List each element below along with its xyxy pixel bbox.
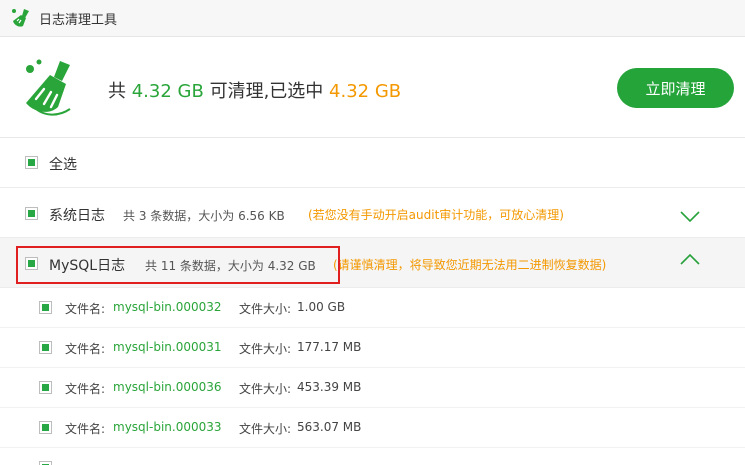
file-row[interactable]: 文件名: mysql-bin.000036 文件大小: 453.39 MB (0, 368, 745, 408)
group-system-log[interactable]: 系统日志 共 3 条数据，大小为 6.56 KB (若您没有手动开启audit审… (0, 188, 745, 238)
file-checkbox[interactable] (39, 301, 52, 314)
system-log-note: (若您没有手动开启audit审计功能，可放心清理) (308, 208, 564, 222)
file-checkbox[interactable] (39, 341, 52, 354)
file-row[interactable]: 文件名: mysql-bin.000032 文件大小: 1.00 GB (0, 288, 745, 328)
highlight-box (16, 246, 340, 284)
file-checkbox[interactable] (39, 381, 52, 394)
file-checkbox[interactable] (39, 461, 52, 465)
window-title: 日志清理工具 (39, 12, 118, 28)
chevron-down-icon[interactable] (679, 210, 701, 224)
file-name: mysql-bin.000033 (113, 420, 222, 434)
clean-now-button[interactable]: 立即清理 (617, 68, 734, 108)
mysql-log-note: (请谨慎清理，将导致您近期无法用二进制恢复数据) (333, 258, 607, 272)
file-name: mysql-bin.000036 (113, 380, 222, 394)
summary-header: 共 4.32 GB 可清理,已选中 4.32 GB 立即清理 (0, 37, 745, 138)
file-size: 1.00 GB (297, 300, 346, 314)
broom-logo-icon (12, 9, 29, 27)
clean-summary: 共 4.32 GB 可清理,已选中 4.32 GB (108, 77, 401, 103)
file-name-label: 文件名: (65, 302, 106, 316)
system-log-checkbox[interactable] (25, 207, 38, 220)
file-name-label: 文件名: (65, 382, 106, 396)
file-row[interactable]: 文件名: mysql-bin.000033 文件大小: 563.07 MB (0, 408, 745, 448)
system-log-info: 共 3 条数据，大小为 6.56 KB (123, 209, 285, 223)
file-row-partial[interactable] (0, 448, 745, 465)
select-all-checkbox[interactable] (25, 156, 38, 169)
file-size: 563.07 MB (297, 420, 362, 434)
select-all-row[interactable]: 全选 (0, 138, 745, 188)
total-size: 4.32 GB (131, 81, 204, 102)
select-all-label: 全选 (49, 157, 77, 173)
file-size-label: 文件大小: (239, 422, 292, 436)
file-name-label: 文件名: (65, 342, 106, 356)
file-size: 453.39 MB (297, 380, 362, 394)
chevron-up-icon[interactable] (679, 252, 701, 266)
broom-icon (26, 59, 71, 116)
file-name: mysql-bin.000031 (113, 340, 222, 354)
file-size-label: 文件大小: (239, 302, 292, 316)
system-log-name: 系统日志 (49, 208, 105, 224)
file-name: mysql-bin.000032 (113, 300, 222, 314)
file-size-label: 文件大小: (239, 342, 292, 356)
file-name-label: 文件名: (65, 422, 106, 436)
title-bar: 日志清理工具 (0, 0, 745, 37)
file-checkbox[interactable] (39, 421, 52, 434)
file-row[interactable]: 文件名: mysql-bin.000031 文件大小: 177.17 MB (0, 328, 745, 368)
summary-prefix: 共 (108, 81, 126, 102)
file-size-label: 文件大小: (239, 382, 292, 396)
selected-size: 4.32 GB (329, 81, 402, 102)
file-size: 177.17 MB (297, 340, 362, 354)
summary-middle: 可清理,已选中 (209, 81, 324, 102)
